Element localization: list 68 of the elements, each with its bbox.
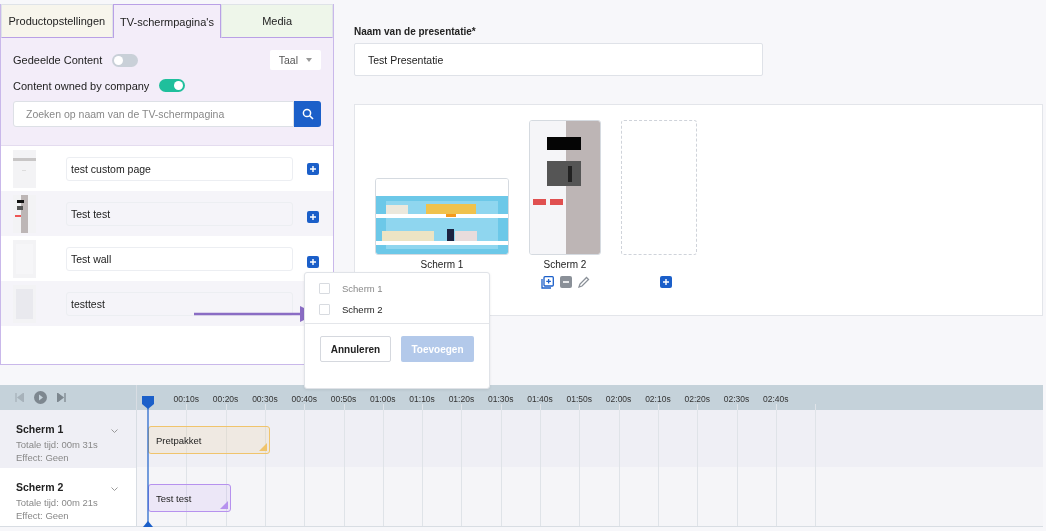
search-field[interactable]: Zoeken op naam van de TV-schermpagina — [13, 101, 294, 127]
pencil-icon[interactable] — [577, 276, 590, 288]
page-name-field[interactable]: test custom page — [66, 156, 293, 181]
page-name-field[interactable]: Test wall — [66, 246, 293, 271]
plus-icon — [309, 164, 317, 173]
screen-label: Scherm 2 — [543, 259, 587, 271]
toggle-label: Content owned by company — [13, 79, 150, 92]
remove-icon[interactable] — [559, 276, 572, 288]
track-effect: Effect: Geen — [16, 452, 70, 463]
field-label: Naam van de presentatie* — [354, 26, 477, 37]
time-tick-label: 00:50s — [330, 394, 357, 404]
time-tick-label: 01:20s — [448, 394, 475, 404]
add-button[interactable] — [307, 162, 319, 175]
time-tick-label: 01:00s — [370, 394, 396, 404]
toggle-label: Gedeelde Content — [13, 54, 103, 66]
play-icon[interactable] — [34, 391, 47, 404]
time-tick-label: 00:40s — [291, 394, 317, 404]
time-tick-label: 01:40s — [527, 394, 553, 404]
time-tick-label: 02:30s — [723, 394, 750, 404]
time-tick-label: 00:30s — [252, 394, 278, 404]
language-dropdown[interactable]: Taal — [269, 50, 321, 70]
chevron-icon[interactable] — [111, 429, 118, 433]
option-label: Scherm 1 — [342, 283, 383, 294]
plus-icon — [309, 212, 317, 221]
time-tick-label: 02:20s — [684, 394, 710, 404]
toggle-switch[interactable] — [112, 53, 139, 67]
plus-icon — [309, 257, 317, 266]
screen-label: Scherm 1 — [420, 259, 464, 271]
add-button[interactable] — [307, 255, 319, 268]
search-button[interactable] — [294, 101, 321, 127]
caret-icon — [306, 58, 312, 62]
cancel-button[interactable]: Annuleren — [320, 336, 392, 362]
checkbox[interactable] — [319, 304, 330, 315]
option-label: Scherm 2 — [342, 304, 383, 315]
track-duration: Totale tijd: 00m 31s — [16, 439, 99, 450]
track-effect: Effect: Geen — [16, 510, 70, 521]
track-name: Scherm 1 — [16, 423, 64, 435]
search-icon — [301, 108, 314, 120]
screen-option[interactable]: Scherm 2 — [319, 304, 475, 315]
tab[interactable]: TV-schermpagina's — [112, 4, 222, 38]
add-button[interactable] — [307, 210, 319, 223]
skip-forward-icon[interactable] — [57, 393, 66, 402]
page-name-field[interactable]: Test test — [66, 201, 293, 226]
time-tick-label: 02:10s — [645, 394, 671, 404]
time-tick-label: 01:10s — [409, 394, 435, 404]
chevron-icon[interactable] — [111, 487, 118, 491]
track-name: Scherm 2 — [16, 481, 64, 493]
duplicate-icon[interactable] — [540, 275, 554, 289]
time-tick-label: 02:00s — [605, 394, 632, 404]
track-header[interactable]: Scherm 2 Totale tijd: 00m 21s Effect: Geen — [0, 468, 136, 526]
time-tick-label: 01:30s — [487, 394, 514, 404]
time-tick-label: 00:20s — [212, 394, 239, 404]
track-duration: Totale tijd: 00m 21s — [16, 497, 99, 508]
playhead[interactable] — [142, 396, 154, 527]
track-header[interactable]: Scherm 1 Totale tijd: 00m 31s Effect: Geen — [0, 410, 136, 468]
tab[interactable]: Media — [221, 4, 333, 38]
time-tick-label: 02:40s — [763, 394, 789, 404]
page-name-field[interactable]: testtest — [66, 291, 293, 316]
tab[interactable]: Productopstellingen — [1, 4, 113, 38]
add-screen-button[interactable] — [660, 276, 672, 288]
skip-back-icon[interactable] — [15, 393, 24, 402]
timeline-clip[interactable]: Pretpakket — [148, 426, 270, 454]
toggle-switch[interactable] — [159, 79, 186, 92]
time-tick-label: 00:10s — [173, 394, 200, 404]
presentation-name-field[interactable]: Test Presentatie — [354, 43, 763, 76]
plus-icon — [662, 278, 670, 286]
timeline-clip[interactable]: Test test — [148, 484, 231, 512]
time-tick-label: 01:50s — [566, 394, 593, 404]
